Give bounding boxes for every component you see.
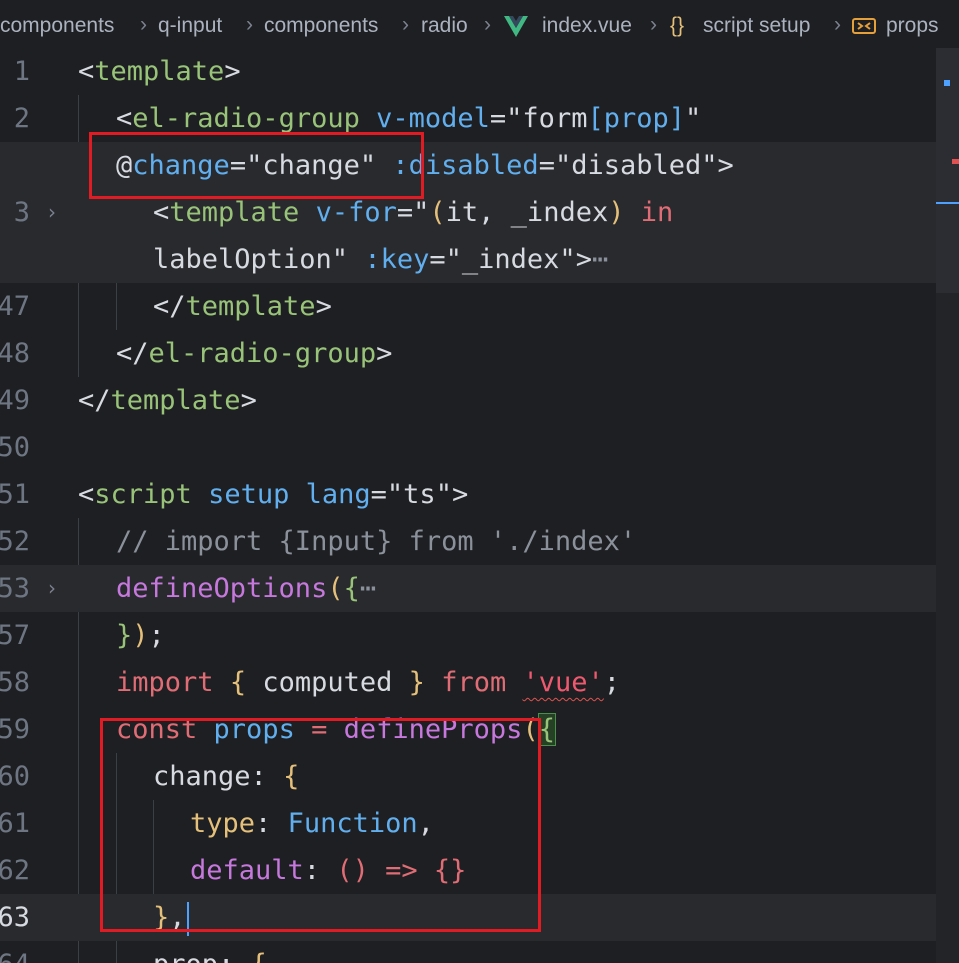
code-text: <template v-for="(it, _index) in <box>153 197 674 228</box>
code-line[interactable]: 50 <box>0 424 936 471</box>
code-line[interactable]: 59 const props = defineProps({ <box>0 706 936 753</box>
fold-chevron-icon[interactable]: › <box>48 189 56 236</box>
code-text: @change="change" :disabled="disabled"> <box>116 150 734 181</box>
code-line[interactable]: 64 prop: { <box>0 941 936 963</box>
code-line[interactable]: 58 import { computed } from 'vue'; <box>0 659 936 706</box>
line-number: 49 <box>0 385 30 416</box>
code-line[interactable]: 3 › <template v-for="(it, _index) in <box>0 189 936 236</box>
code-line[interactable]: 53 › defineOptions({⋯ <box>0 565 936 612</box>
scrollbar-marker <box>944 80 950 86</box>
code-text: }); <box>116 620 165 651</box>
code-line[interactable]: 61 type: Function, <box>0 800 936 847</box>
code-text: </template> <box>153 291 332 322</box>
code-line[interactable]: 51 <script setup lang="ts"> <box>0 471 936 518</box>
breadcrumb-item-q-input[interactable]: q-input <box>158 14 222 38</box>
line-number: 59 <box>0 714 30 745</box>
chevron-right-icon: › <box>484 13 491 36</box>
line-number: 53 <box>0 573 30 604</box>
code-text: labelOption" :key="_index">⋯ <box>153 244 609 275</box>
code-line[interactable]: 2 <el-radio-group v-model="form[prop]" <box>0 95 936 142</box>
code-line[interactable]: 60 change: { <box>0 753 936 800</box>
code-line[interactable]: 52 // import {Input} from './index' <box>0 518 936 565</box>
line-number: 50 <box>0 432 30 463</box>
code-text: <el-radio-group v-model="form[prop]" <box>116 103 702 134</box>
line-number: 63 <box>0 902 30 933</box>
line-number: 2 <box>13 103 30 134</box>
code-text: default: () => {} <box>190 855 467 886</box>
chevron-right-icon: › <box>834 13 841 36</box>
breadcrumb-item-script-setup[interactable]: script setup <box>703 14 810 38</box>
breadcrumb-item-components[interactable]: components <box>0 14 114 38</box>
code-text: const props = defineProps({ <box>116 713 556 746</box>
braces-icon: {} <box>670 14 685 37</box>
code-text: prop: { <box>153 941 267 963</box>
code-line-wrap[interactable]: labelOption" :key="_index">⋯ <box>0 236 936 283</box>
code-text: defineOptions({⋯ <box>116 573 377 604</box>
code-line[interactable]: 62 default: () => {} <box>0 847 936 894</box>
fold-chevron-icon[interactable]: › <box>48 565 56 612</box>
breadcrumb-item-components-2[interactable]: components <box>264 14 378 38</box>
line-number: 61 <box>0 808 30 839</box>
scrollbar-error-marker <box>952 159 959 164</box>
code-line-wrap[interactable]: @change="change" :disabled="disabled"> <box>0 142 936 189</box>
code-text: change: { <box>153 761 300 792</box>
code-editor[interactable]: 1 <template> 2 <el-radio-group v-model="… <box>0 48 936 963</box>
code-text: import { computed } from 'vue'; <box>116 667 621 698</box>
code-text: </template> <box>78 385 257 416</box>
code-line[interactable]: 47 </template> <box>0 283 936 330</box>
line-number: 52 <box>0 526 30 557</box>
breadcrumb-item-index-vue[interactable]: index.vue <box>542 14 632 38</box>
breadcrumb: components › q-input › components › radi… <box>0 0 959 54</box>
line-number: 1 <box>13 56 30 87</box>
code-line[interactable]: 49 </template> <box>0 377 936 424</box>
line-number: 64 <box>0 941 30 963</box>
chevron-right-icon: › <box>402 13 409 36</box>
line-number: 48 <box>0 338 30 369</box>
code-text: </el-radio-group> <box>116 338 393 369</box>
chevron-right-icon: › <box>140 13 147 36</box>
line-number: 60 <box>0 761 30 792</box>
code-text: }, <box>153 894 189 941</box>
line-number: 51 <box>0 479 30 510</box>
vue-file-icon <box>504 16 528 37</box>
vertical-scrollbar[interactable] <box>936 48 959 963</box>
scrollbar-cursor-marker <box>936 202 959 204</box>
breadcrumb-item-props[interactable]: props <box>886 14 939 38</box>
code-line[interactable]: 48 </el-radio-group> <box>0 330 936 377</box>
line-number: 3 <box>13 197 30 228</box>
code-text: type: Function, <box>190 808 434 839</box>
chevron-right-icon: › <box>650 13 657 36</box>
variable-icon <box>852 18 876 34</box>
code-line-active[interactable]: 63 }, <box>0 894 936 941</box>
chevron-right-icon: › <box>246 13 253 36</box>
line-number: 47 <box>0 291 30 322</box>
code-comment: // import {Input} from './index' <box>116 526 637 557</box>
line-number: 58 <box>0 667 30 698</box>
code-text: <script setup lang="ts"> <box>78 479 469 510</box>
breadcrumb-item-radio[interactable]: radio <box>421 14 468 38</box>
code-text: <template> <box>78 56 241 87</box>
code-line[interactable]: 1 <template> <box>0 48 936 95</box>
line-number: 57 <box>0 620 30 651</box>
text-cursor <box>186 901 189 936</box>
line-number: 62 <box>0 855 30 886</box>
code-line[interactable]: 57 }); <box>0 612 936 659</box>
